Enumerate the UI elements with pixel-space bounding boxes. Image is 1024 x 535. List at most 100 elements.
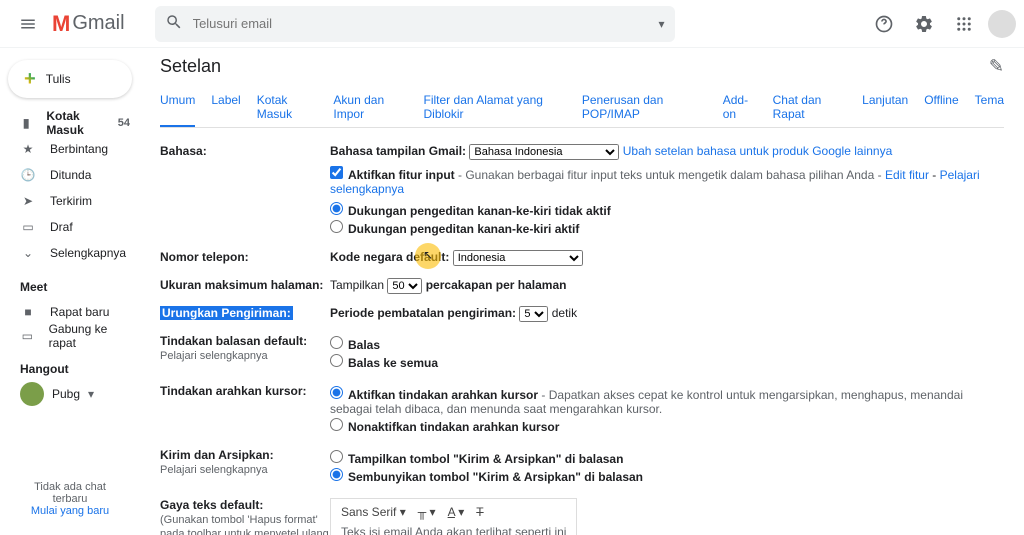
phone-label: Nomor telepon:: [160, 250, 330, 266]
archive-show-radio[interactable]: [330, 450, 343, 463]
font-size-button[interactable]: ╥ ▾: [418, 505, 436, 519]
nav-sent-label: Terkirim: [50, 194, 92, 208]
main-menu-button[interactable]: [8, 4, 48, 44]
send-icon: ➤: [20, 193, 36, 209]
text-color-button[interactable]: A ▾: [448, 505, 465, 519]
hangout-section-title: Hangout: [20, 362, 130, 376]
enable-input-checkbox[interactable]: [330, 166, 343, 179]
hangout-avatar: [20, 382, 44, 406]
tab-general[interactable]: Umum: [160, 87, 195, 127]
gmail-logo[interactable]: M Gmail: [52, 11, 125, 37]
nav-more[interactable]: ⌄ Selengkapnya: [0, 240, 140, 266]
hover-off-radio[interactable]: [330, 418, 343, 431]
compose-label: Tulis: [46, 72, 71, 86]
reply-radio[interactable]: [330, 336, 343, 349]
meet-section-title: Meet: [20, 280, 130, 294]
chevron-down-icon: ▾: [88, 387, 94, 401]
tab-forwarding[interactable]: Penerusan dan POP/IMAP: [582, 87, 707, 127]
tab-label[interactable]: Label: [211, 87, 240, 127]
undo-send-label: Urungkan Pengiriman:: [160, 306, 293, 320]
archive-hide-radio[interactable]: [330, 468, 343, 481]
tab-inbox[interactable]: Kotak Masuk: [257, 87, 318, 127]
settings-gear-icon[interactable]: [908, 8, 940, 40]
page-title: Setelan: [160, 56, 221, 77]
nav-snoozed[interactable]: 🕒 Ditunda: [0, 162, 140, 188]
nav-inbox[interactable]: ▮ Kotak Masuk 54: [0, 110, 140, 136]
display-lang-select[interactable]: Bahasa Indonesia: [469, 144, 619, 160]
tab-offline[interactable]: Offline: [924, 87, 958, 127]
hangout-user[interactable]: Pubg ▾: [20, 382, 130, 406]
font-family-button[interactable]: Sans Serif ▾: [341, 505, 406, 519]
nav-more-label: Selengkapnya: [50, 246, 126, 260]
reply-all-radio[interactable]: [330, 354, 343, 367]
tab-chat[interactable]: Chat dan Rapat: [773, 87, 847, 127]
text-style-toolbar: Sans Serif ▾ ╥ ▾ A ▾ T Teks isi email An…: [330, 498, 577, 535]
support-icon[interactable]: [868, 8, 900, 40]
reply-option[interactable]: Balas: [330, 336, 1004, 352]
tab-filters[interactable]: Filter dan Alamat yang Diblokir: [424, 87, 566, 127]
search-input[interactable]: [193, 16, 659, 31]
edit-tool-link[interactable]: Edit fitur: [885, 168, 929, 182]
undo-period-select[interactable]: 5: [519, 306, 548, 322]
no-chat-text: Tidak ada chat terbaru: [16, 481, 124, 505]
reply-label: Tindakan balasan default:: [160, 334, 307, 348]
apps-grid-icon[interactable]: [948, 8, 980, 40]
meet-join-label: Gabung ke rapat: [49, 322, 130, 350]
video-icon: ■: [20, 304, 36, 320]
country-code-label: Kode negara default:: [330, 250, 449, 264]
textstyle-label: Gaya teks default:: [160, 498, 263, 512]
tab-themes[interactable]: Tema: [975, 87, 1004, 127]
search-box[interactable]: ▾: [155, 6, 675, 42]
display-lang-label: Bahasa tampilan Gmail:: [330, 144, 466, 158]
meet-new-label: Rapat baru: [50, 305, 109, 319]
search-options-icon[interactable]: ▾: [659, 17, 665, 31]
nav-drafts[interactable]: ▭ Draf: [0, 214, 140, 240]
reply-learn-link[interactable]: Pelajari selengkapnya: [160, 350, 268, 362]
undo-period-label: Periode pembatalan pengiriman:: [330, 306, 516, 320]
pagesize-show: Tampilkan: [330, 278, 384, 292]
rtl-on-option[interactable]: Dukungan pengeditan kanan-ke-kiri aktif: [330, 220, 1004, 236]
start-new-chat-link[interactable]: Mulai yang baru: [31, 505, 109, 517]
compose-button[interactable]: + Tulis: [8, 60, 132, 98]
nav-sent[interactable]: ➤ Terkirim: [0, 188, 140, 214]
lang-label: Bahasa:: [160, 144, 330, 238]
tab-accounts[interactable]: Akun dan Impor: [333, 87, 407, 127]
chevron-down-icon: ⌄: [20, 245, 36, 261]
plus-icon: +: [24, 68, 36, 91]
archive-learn-link[interactable]: Pelajari selengkapnya: [160, 464, 268, 476]
edit-pencil-icon[interactable]: ✎: [989, 56, 1004, 77]
nav-starred-label: Berbintang: [50, 142, 108, 156]
inbox-count: 54: [118, 117, 130, 129]
search-icon: [165, 13, 183, 34]
meet-new[interactable]: ■ Rapat baru: [20, 300, 130, 324]
archive-label: Kirim dan Arsipkan:: [160, 448, 274, 462]
meet-join[interactable]: ▭ Gabung ke rapat: [20, 324, 130, 348]
tab-addons[interactable]: Add-on: [723, 87, 757, 127]
hover-on-radio[interactable]: [330, 386, 343, 399]
undo-seconds: detik: [552, 306, 577, 320]
sample-text: Teks isi email Anda akan terlihat sepert…: [341, 525, 566, 535]
pagesize-label: Ukuran maksimum halaman:: [160, 278, 330, 294]
hover-off-option[interactable]: Nonaktifkan tindakan arahkan kursor: [330, 418, 1004, 434]
pagesize-perpage: percakapan per halaman: [426, 278, 567, 292]
rtl-off-radio[interactable]: [330, 202, 343, 215]
nav-inbox-label: Kotak Masuk: [46, 109, 103, 137]
archive-show-option[interactable]: Tampilkan tombol "Kirim & Arsipkan" di b…: [330, 450, 1004, 466]
textstyle-sub: (Gunakan tombol 'Hapus format' pada tool…: [160, 514, 329, 535]
clear-format-button[interactable]: T: [476, 505, 483, 519]
rtl-on-radio[interactable]: [330, 220, 343, 233]
rtl-off-option[interactable]: Dukungan pengeditan kanan-ke-kiri tidak …: [330, 202, 1004, 218]
archive-hide-option[interactable]: Sembunyikan tombol "Kirim & Arsipkan" di…: [330, 468, 1004, 484]
nav-starred[interactable]: ★ Berbintang: [0, 136, 140, 162]
inbox-icon: ▮: [20, 115, 32, 131]
tab-advanced[interactable]: Lanjutan: [862, 87, 908, 127]
profile-avatar[interactable]: [988, 10, 1016, 38]
hangout-username: Pubg: [52, 387, 80, 401]
country-code-select[interactable]: Indonesia: [453, 250, 583, 266]
reply-all-option[interactable]: Balas ke semua: [330, 354, 1004, 370]
enable-input-row[interactable]: Aktifkan fitur input - Gunakan berbagai …: [330, 166, 1004, 196]
hover-on-option[interactable]: Aktifkan tindakan arahkan kursor - Dapat…: [330, 386, 1004, 416]
nav-snoozed-label: Ditunda: [50, 168, 91, 182]
pagesize-select[interactable]: 50: [387, 278, 422, 294]
change-lang-link[interactable]: Ubah setelan bahasa untuk produk Google …: [623, 144, 893, 158]
